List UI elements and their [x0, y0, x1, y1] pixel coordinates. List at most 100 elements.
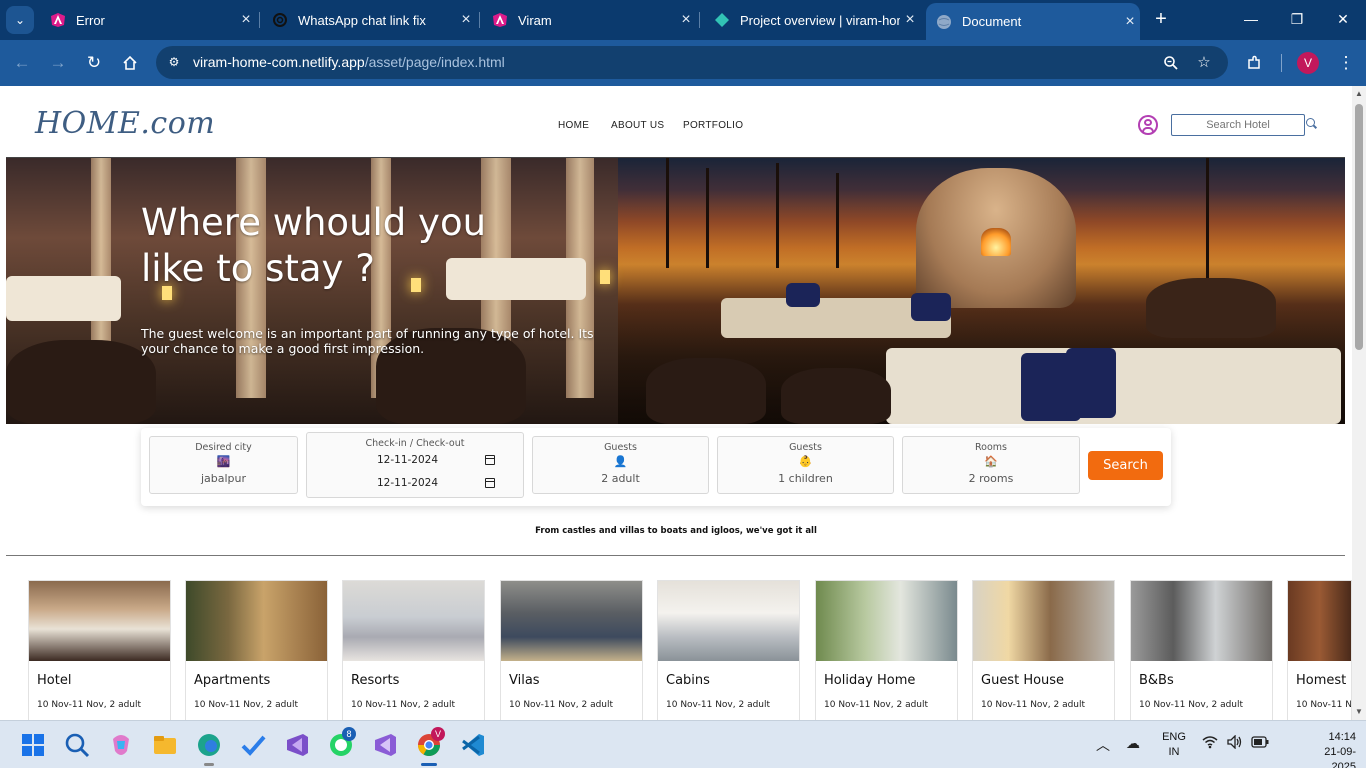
battery-icon[interactable] — [1251, 735, 1269, 751]
tab-viram[interactable]: Viram × — [482, 6, 696, 34]
volume-icon[interactable] — [1226, 734, 1244, 752]
hero-banner: Where whould you like to stay ? The gues… — [6, 158, 1345, 424]
nav-portfolio[interactable]: PORTFOLIO — [683, 120, 743, 131]
tab-title: WhatsApp chat link fix — [298, 12, 426, 28]
forward-arrow-icon[interactable]: → — [46, 51, 70, 75]
extensions-icon[interactable] — [1242, 51, 1266, 75]
site-info-icon[interactable]: ⚙ — [166, 54, 182, 70]
vscode-icon[interactable] — [459, 731, 487, 759]
scroll-up-arrow-icon[interactable]: ▲ — [1355, 90, 1363, 98]
close-window-button[interactable]: ✕ — [1330, 8, 1356, 30]
url-path: /asset/page/index.html — [364, 54, 505, 70]
card-dates: 10 Nov-11 Nov, 2 adult — [981, 700, 1086, 710]
scrollbar-thumb[interactable] — [1355, 104, 1363, 350]
zoom-icon[interactable] — [1161, 53, 1181, 73]
url-text[interactable]: viram-home-com.netlify.app/asset/page/in… — [193, 54, 505, 70]
close-tab-icon[interactable]: × — [236, 11, 256, 29]
nav-about-us[interactable]: ABOUT US — [611, 120, 664, 131]
windows-start-icon[interactable] — [19, 731, 47, 759]
city-icon: 🌆 — [216, 455, 231, 468]
hero-title: Where whould you like to stay ? — [141, 201, 487, 290]
tab-search-chevron-icon[interactable]: ⌄ — [6, 6, 34, 34]
edge-icon[interactable] — [195, 731, 223, 759]
tab-divider — [699, 12, 700, 28]
scroll-down-arrow-icon[interactable]: ▼ — [1355, 708, 1363, 716]
dates-field: Check-in / Check-out 12-11-2024 12-11-20… — [306, 432, 524, 498]
calendar-icon[interactable] — [485, 455, 495, 465]
visual-studio-icon[interactable] — [371, 731, 399, 759]
wicker-chair — [646, 358, 766, 424]
clock-date: 21-09-2025 — [1324, 746, 1356, 768]
close-tab-icon[interactable]: × — [900, 11, 920, 29]
city-field[interactable]: Desired city 🌆 jabalpur — [149, 436, 298, 494]
page-scrollbar[interactable]: ▲ ▼ — [1352, 86, 1366, 720]
search-icon[interactable] — [63, 731, 91, 759]
close-tab-icon[interactable]: × — [456, 11, 476, 29]
tab-divider — [479, 12, 480, 28]
search-hotel-input[interactable] — [1171, 114, 1305, 136]
visual-studio-icon[interactable] — [283, 731, 311, 759]
back-arrow-icon[interactable]: ← — [10, 51, 34, 75]
category-card-vilas[interactable]: Vilas 10 Nov-11 Nov, 2 adult — [500, 580, 643, 720]
tab-document[interactable]: Document × — [926, 3, 1140, 40]
children-field[interactable]: Guests 👶 1 children — [717, 436, 894, 494]
children-label: Guests — [789, 442, 822, 453]
cushion — [786, 283, 820, 307]
category-card-hotel[interactable]: Hotel 10 Nov-11 Nov, 2 adult — [28, 580, 171, 720]
more-menu-icon[interactable]: ⋮ — [1334, 51, 1358, 75]
copilot-icon[interactable] — [107, 731, 135, 759]
profile-avatar[interactable]: V — [1297, 52, 1319, 74]
file-explorer-icon[interactable] — [151, 731, 179, 759]
todo-icon[interactable] — [239, 731, 267, 759]
category-card-resorts[interactable]: Resorts 10 Nov-11 Nov, 2 adult — [342, 580, 485, 720]
nav-home[interactable]: HOME — [558, 120, 589, 131]
checkout-date-input[interactable]: 12-11-2024 — [377, 476, 497, 492]
wifi-icon[interactable] — [1202, 735, 1218, 752]
rooms-field[interactable]: Rooms 🏠 2 rooms — [902, 436, 1080, 494]
home-icon[interactable] — [118, 51, 142, 75]
active-indicator — [421, 763, 437, 766]
address-bar[interactable]: ⚙ viram-home-com.netlify.app/asset/page/… — [156, 46, 1228, 79]
card-dates: 10 Nov-11 Nov, 2 adult — [194, 700, 299, 710]
search-icon[interactable] — [1306, 118, 1318, 130]
sofa — [6, 276, 121, 321]
cabins-image — [658, 581, 799, 661]
category-card-bnbs[interactable]: B&Bs 10 Nov-11 Nov, 2 adult — [1130, 580, 1273, 720]
no-internet-cloud-icon[interactable]: ☁ — [1126, 735, 1140, 752]
category-card-homestay[interactable]: Homest 10 Nov-11 Nov, 2 adult — [1287, 580, 1352, 720]
bnbs-image — [1131, 581, 1272, 661]
children-value: 1 children — [778, 472, 833, 485]
tab-title: Viram — [518, 12, 552, 28]
calendar-icon[interactable] — [485, 478, 495, 488]
checkout-date: 12-11-2024 — [377, 477, 439, 489]
close-tab-icon[interactable]: × — [1120, 13, 1140, 31]
user-account-icon[interactable] — [1138, 115, 1158, 135]
bookmark-star-icon[interactable]: ☆ — [1194, 53, 1214, 73]
card-title: Resorts — [351, 673, 400, 688]
angular-icon — [492, 12, 508, 28]
card-title: Apartments — [194, 673, 271, 688]
language-indicator[interactable]: ENG IN — [1160, 730, 1188, 760]
system-clock[interactable]: 14:14 21-09-2025 — [1306, 730, 1356, 768]
category-card-guest-house[interactable]: Guest House 10 Nov-11 Nov, 2 adult — [972, 580, 1115, 720]
checkin-date-input[interactable]: 12-11-2024 — [377, 453, 497, 469]
show-hidden-icons-chevron-icon[interactable]: ︿ — [1096, 735, 1110, 755]
house-icon: 🏠 — [984, 455, 998, 468]
search-button[interactable]: Search — [1088, 451, 1163, 480]
reload-icon[interactable]: ↻ — [82, 51, 106, 75]
restore-button[interactable]: ❐ — [1284, 8, 1310, 30]
site-logo[interactable]: HOME.com — [35, 106, 215, 141]
category-card-holiday-home[interactable]: Holiday Home 10 Nov-11 Nov, 2 adult — [815, 580, 958, 720]
new-tab-button[interactable]: + — [1150, 8, 1172, 30]
tab-project-overview[interactable]: Project overview | viram-hom × — [704, 6, 920, 34]
category-card-cabins[interactable]: Cabins 10 Nov-11 Nov, 2 adult — [657, 580, 800, 720]
palm-tree — [1206, 158, 1209, 278]
tab-whatsapp-chat-link-fix[interactable]: WhatsApp chat link fix × — [262, 6, 476, 34]
section-divider — [6, 555, 1345, 556]
minimize-button[interactable]: — — [1238, 8, 1264, 30]
category-card-apartments[interactable]: Apartments 10 Nov-11 Nov, 2 adult — [185, 580, 328, 720]
chrome-profile-badge: V — [431, 727, 445, 741]
tab-error[interactable]: Error × — [40, 6, 256, 34]
adults-field[interactable]: Guests 👤 2 adult — [532, 436, 709, 494]
close-tab-icon[interactable]: × — [676, 11, 696, 29]
